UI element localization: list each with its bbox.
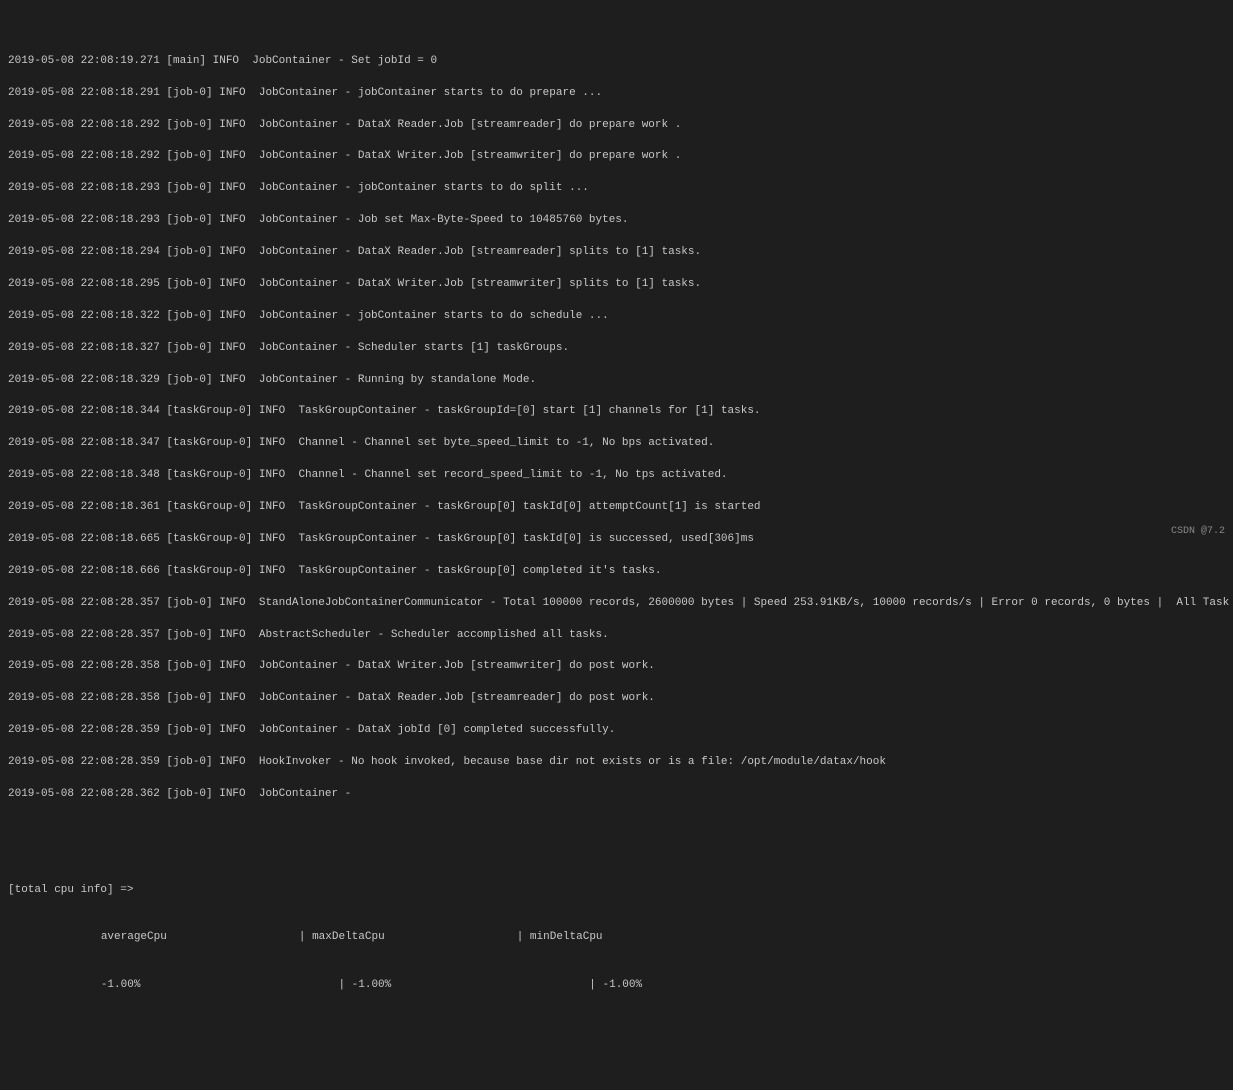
cpu-header: [total cpu info] => bbox=[8, 883, 1225, 899]
log-line: 2019-05-08 22:08:28.362 [job-0] INFO Job… bbox=[8, 787, 1225, 803]
log-line: 2019-05-08 22:08:18.665 [taskGroup-0] IN… bbox=[8, 532, 1225, 548]
log-line: 2019-05-08 22:08:18.294 [job-0] INFO Job… bbox=[8, 245, 1225, 261]
log-line: 2019-05-08 22:08:28.359 [job-0] INFO Hoo… bbox=[8, 755, 1225, 771]
log-line: 2019-05-08 22:08:18.666 [taskGroup-0] IN… bbox=[8, 564, 1225, 580]
cpu-col-values: -1.00% | -1.00% | -1.00% bbox=[8, 978, 1225, 994]
log-line: 2019-05-08 22:08:18.322 [job-0] INFO Job… bbox=[8, 309, 1225, 325]
log-line: 2019-05-08 22:08:18.361 [taskGroup-0] IN… bbox=[8, 500, 1225, 516]
log-line: 2019-05-08 22:08:28.359 [job-0] INFO Job… bbox=[8, 723, 1225, 739]
blank-line bbox=[8, 1042, 1225, 1058]
log-line: 2019-05-08 22:08:28.357 [job-0] INFO Abs… bbox=[8, 628, 1225, 644]
log-line: 2019-05-08 22:08:28.358 [job-0] INFO Job… bbox=[8, 659, 1225, 675]
log-line: 2019-05-08 22:08:18.329 [job-0] INFO Job… bbox=[8, 373, 1225, 389]
log-line: 2019-05-08 22:08:18.293 [job-0] INFO Job… bbox=[8, 213, 1225, 229]
log-line: 2019-05-08 22:08:18.292 [job-0] INFO Job… bbox=[8, 118, 1225, 134]
log-line: 2019-05-08 22:08:28.358 [job-0] INFO Job… bbox=[8, 691, 1225, 707]
log-line: 2019-05-08 22:08:18.291 [job-0] INFO Job… bbox=[8, 86, 1225, 102]
log-line: 2019-05-08 22:08:19.271 [main] INFO JobC… bbox=[8, 54, 1225, 70]
log-line: 2019-05-08 22:08:18.292 [job-0] INFO Job… bbox=[8, 149, 1225, 165]
watermark-label: CSDN @7.2 bbox=[1171, 525, 1225, 540]
log-line: 2019-05-08 22:08:28.357 [job-0] INFO Sta… bbox=[8, 596, 1225, 612]
log-line: 2019-05-08 22:08:18.347 [taskGroup-0] IN… bbox=[8, 436, 1225, 452]
log-line: 2019-05-08 22:08:18.344 [taskGroup-0] IN… bbox=[8, 404, 1225, 420]
log-line: 2019-05-08 22:08:18.295 [job-0] INFO Job… bbox=[8, 277, 1225, 293]
cpu-col-headers: averageCpu | maxDeltaCpu | minDeltaCpu bbox=[8, 930, 1225, 946]
log-line: 2019-05-08 22:08:18.348 [taskGroup-0] IN… bbox=[8, 468, 1225, 484]
log-line: 2019-05-08 22:08:18.293 [job-0] INFO Job… bbox=[8, 181, 1225, 197]
log-container: 2019-05-08 22:08:19.271 [main] INFO JobC… bbox=[0, 0, 1233, 1090]
log-line: 2019-05-08 22:08:18.327 [job-0] INFO Job… bbox=[8, 341, 1225, 357]
